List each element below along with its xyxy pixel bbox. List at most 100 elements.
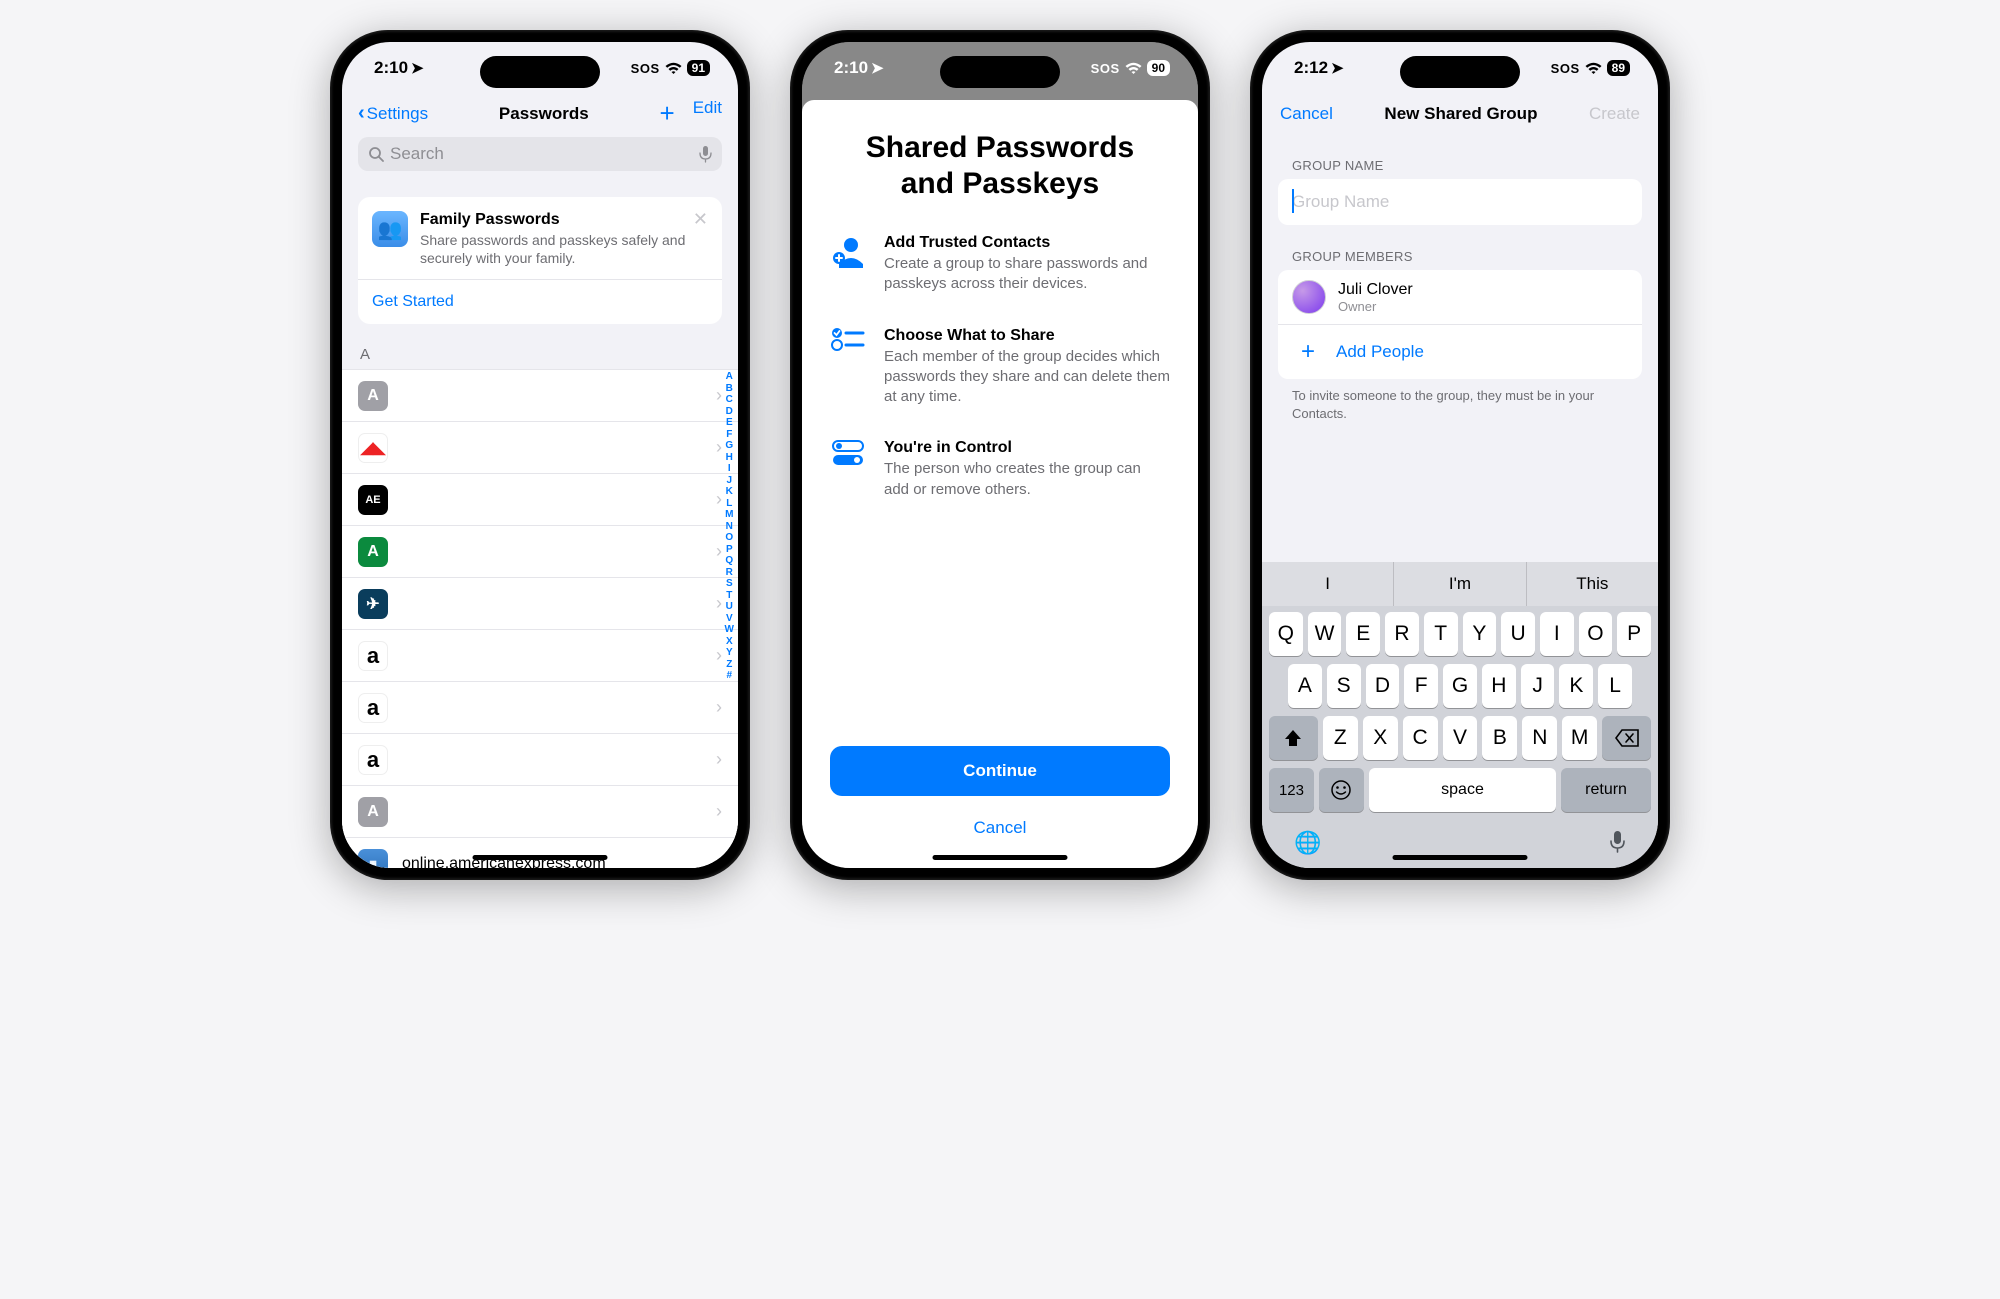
- letter-key[interactable]: J: [1521, 664, 1555, 708]
- index-letter[interactable]: G: [725, 440, 734, 452]
- sos-indicator: SOS: [631, 61, 660, 76]
- index-letter[interactable]: O: [725, 532, 734, 544]
- index-letter[interactable]: Q: [725, 555, 734, 567]
- list-item[interactable]: ◢◣ ›: [342, 422, 738, 474]
- letter-key[interactable]: R: [1385, 612, 1419, 656]
- index-letter[interactable]: D: [725, 406, 734, 418]
- letter-key[interactable]: W: [1308, 612, 1342, 656]
- continue-button[interactable]: Continue: [830, 746, 1170, 796]
- list-item[interactable]: A ›: [342, 526, 738, 578]
- list-item[interactable]: ▦ online.americanexpress.com: [342, 838, 738, 868]
- letter-key[interactable]: Y: [1463, 612, 1497, 656]
- cancel-button[interactable]: Cancel: [1280, 104, 1333, 124]
- suggestion[interactable]: I'm: [1394, 562, 1526, 606]
- number-key[interactable]: 123: [1269, 768, 1314, 812]
- letter-key[interactable]: D: [1366, 664, 1400, 708]
- index-letter[interactable]: T: [725, 590, 734, 602]
- index-letter[interactable]: J: [725, 475, 734, 487]
- letter-key[interactable]: M: [1562, 716, 1597, 760]
- mic-icon[interactable]: [699, 145, 712, 163]
- home-indicator[interactable]: [1393, 855, 1528, 860]
- index-letter[interactable]: N: [725, 521, 734, 533]
- backspace-key[interactable]: [1602, 716, 1651, 760]
- index-letter[interactable]: L: [725, 498, 734, 510]
- index-letter[interactable]: A: [725, 371, 734, 383]
- letter-key[interactable]: L: [1598, 664, 1632, 708]
- letter-key[interactable]: F: [1404, 664, 1438, 708]
- return-key[interactable]: return: [1561, 768, 1651, 812]
- index-letter[interactable]: B: [725, 383, 734, 395]
- letter-key[interactable]: A: [1288, 664, 1322, 708]
- letter-key[interactable]: P: [1617, 612, 1651, 656]
- index-letter[interactable]: U: [725, 601, 734, 613]
- edit-button[interactable]: Edit: [693, 98, 722, 129]
- group-name-input[interactable]: [1292, 192, 1628, 212]
- index-letter[interactable]: V: [725, 613, 734, 625]
- letter-key[interactable]: T: [1424, 612, 1458, 656]
- letter-key[interactable]: O: [1579, 612, 1613, 656]
- add-people-button[interactable]: + Add People: [1278, 325, 1642, 379]
- index-letter[interactable]: P: [725, 544, 734, 556]
- dictation-icon[interactable]: [1609, 830, 1626, 854]
- index-letter[interactable]: #: [725, 670, 734, 682]
- index-letter[interactable]: X: [725, 636, 734, 648]
- letter-key[interactable]: X: [1363, 716, 1398, 760]
- letter-key[interactable]: K: [1559, 664, 1593, 708]
- letter-key[interactable]: U: [1501, 612, 1535, 656]
- letter-key[interactable]: Z: [1323, 716, 1358, 760]
- index-letter[interactable]: Y: [725, 647, 734, 659]
- index-letter[interactable]: C: [725, 394, 734, 406]
- alphabet-index[interactable]: ABCDEFGHIJKLMNOPQRSTUVWXYZ#: [725, 371, 734, 682]
- emoji-key[interactable]: [1319, 768, 1364, 812]
- search-input[interactable]: [390, 144, 693, 164]
- index-letter[interactable]: M: [725, 509, 734, 521]
- suggestion-bar[interactable]: I I'm This: [1262, 562, 1658, 606]
- list-item[interactable]: A ›: [342, 786, 738, 838]
- index-letter[interactable]: I: [725, 463, 734, 475]
- cancel-button[interactable]: Cancel: [830, 808, 1170, 848]
- list-item[interactable]: a ›: [342, 682, 738, 734]
- get-started-button[interactable]: Get Started: [358, 279, 722, 324]
- back-button[interactable]: ‹ Settings: [358, 102, 428, 125]
- letter-key[interactable]: H: [1482, 664, 1516, 708]
- letter-key[interactable]: V: [1443, 716, 1478, 760]
- index-letter[interactable]: S: [725, 578, 734, 590]
- suggestion[interactable]: I: [1262, 562, 1394, 606]
- letter-key[interactable]: C: [1403, 716, 1438, 760]
- letter-key[interactable]: G: [1443, 664, 1477, 708]
- list-item[interactable]: A ›: [342, 370, 738, 422]
- index-letter[interactable]: Z: [725, 659, 734, 671]
- list-item[interactable]: a ›: [342, 630, 738, 682]
- index-letter[interactable]: E: [725, 417, 734, 429]
- space-key[interactable]: space: [1369, 768, 1556, 812]
- index-letter[interactable]: W: [725, 624, 734, 636]
- letter-key[interactable]: N: [1522, 716, 1557, 760]
- app-icon-ae: AE: [358, 485, 388, 515]
- index-letter[interactable]: F: [725, 429, 734, 441]
- avatar: [1292, 280, 1326, 314]
- list-item[interactable]: ✈ ›: [342, 578, 738, 630]
- letter-key[interactable]: I: [1540, 612, 1574, 656]
- close-icon[interactable]: ✕: [693, 209, 708, 230]
- group-name-field[interactable]: [1278, 179, 1642, 225]
- shift-key[interactable]: [1269, 716, 1318, 760]
- suggestion[interactable]: This: [1527, 562, 1658, 606]
- index-letter[interactable]: R: [725, 567, 734, 579]
- list-item[interactable]: AE ›: [342, 474, 738, 526]
- index-letter[interactable]: H: [725, 452, 734, 464]
- search-field[interactable]: [358, 137, 722, 171]
- index-letter[interactable]: K: [725, 486, 734, 498]
- globe-icon[interactable]: 🌐: [1294, 830, 1321, 856]
- letter-key[interactable]: Q: [1269, 612, 1303, 656]
- list-item[interactable]: a ›: [342, 734, 738, 786]
- letter-key[interactable]: B: [1482, 716, 1517, 760]
- create-button[interactable]: Create: [1589, 104, 1640, 124]
- home-indicator[interactable]: [473, 855, 608, 860]
- add-button[interactable]: +: [660, 98, 675, 129]
- keyboard[interactable]: I I'm This QWERTYUIOP ASDFGHJKL ZXCVBNM …: [1262, 562, 1658, 868]
- password-list[interactable]: A › ◢◣ › AE › A ›: [342, 369, 738, 868]
- home-indicator[interactable]: [933, 855, 1068, 860]
- letter-key[interactable]: E: [1346, 612, 1380, 656]
- member-row[interactable]: Juli Clover Owner: [1278, 270, 1642, 325]
- letter-key[interactable]: S: [1327, 664, 1361, 708]
